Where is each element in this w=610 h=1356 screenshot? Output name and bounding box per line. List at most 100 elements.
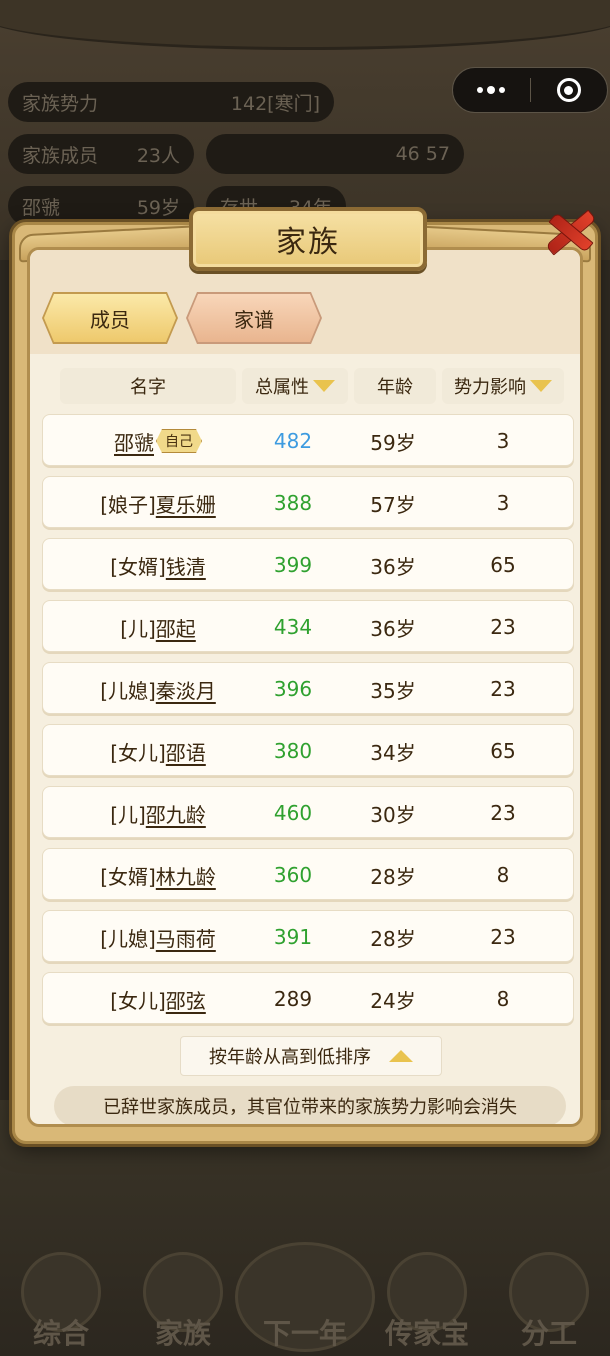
bg-stat-power: 家族势力 142[寒门]: [8, 82, 334, 122]
close-x-icon[interactable]: [541, 201, 601, 263]
member-name-link[interactable]: 林九龄: [156, 861, 216, 890]
member-attr: 391: [273, 925, 313, 949]
member-name-link[interactable]: 邵弦: [166, 985, 206, 1014]
bg-stat-resources: 46 57: [206, 134, 464, 174]
notice-text: 已辞世家族成员，其官位带来的家族势力影响会消失: [103, 1097, 517, 1118]
triangle-down-icon: [530, 380, 552, 392]
member-influence: 23: [490, 925, 516, 949]
bg-stat-label: 邵虢: [22, 196, 61, 219]
member-age: 36岁: [370, 616, 416, 641]
member-row[interactable]: [娘子] 夏乐姗 388 57岁 3: [42, 476, 574, 528]
header-attr[interactable]: 总属性: [242, 368, 348, 404]
member-name-cell: [女儿] 邵语: [43, 725, 273, 777]
member-influence: 23: [490, 615, 516, 639]
member-name-link[interactable]: 邵虢: [114, 427, 154, 456]
member-name-link[interactable]: 邵九龄: [146, 799, 206, 828]
nav-item-overview[interactable]: 综合: [11, 1242, 111, 1352]
header-age-label: 年龄: [377, 377, 413, 398]
header-attr-label: 总属性: [255, 377, 309, 398]
member-influence: 3: [496, 429, 510, 453]
member-name-link[interactable]: 邵起: [156, 613, 196, 642]
member-row[interactable]: [女儿] 邵语 380 34岁 65: [42, 724, 574, 776]
triangle-down-icon: [313, 380, 335, 392]
member-list: 邵虢 自己 482 59岁 3 [娘子] 夏乐姗 388 57岁 3 [女婿] 钱清 399 36岁 65[…: [42, 414, 574, 1034]
sort-button[interactable]: 按年龄从高到低排序: [180, 1036, 442, 1076]
nav-item-family[interactable]: 家族: [133, 1242, 233, 1352]
bottom-nav: 综合 家族 下一年 传家宝 分工: [0, 1226, 610, 1356]
member-influence: 3: [496, 491, 510, 515]
header-name-label: 名字: [130, 377, 166, 398]
member-name-link[interactable]: 夏乐姗: [156, 489, 216, 518]
member-influence: 8: [496, 863, 510, 887]
header-influence-label: 势力影响: [454, 377, 526, 398]
member-name-link[interactable]: 秦淡月: [156, 675, 216, 704]
member-row[interactable]: [女婿] 林九龄 360 28岁 8: [42, 848, 574, 900]
member-attr: 289: [273, 987, 313, 1011]
nav-label: 分工: [520, 1317, 577, 1350]
bg-stat-members: 家族成员 23人: [8, 134, 194, 174]
member-attr: 380: [273, 739, 313, 763]
member-name-cell: [儿] 邵九龄: [43, 787, 273, 839]
bg-stat-value: 46 57: [395, 143, 450, 165]
member-row[interactable]: [儿媳] 马雨荷 391 28岁 23: [42, 910, 574, 962]
tab-family-tree[interactable]: 家谱: [188, 294, 320, 342]
member-relation: [儿媳]: [100, 926, 156, 951]
member-age: 36岁: [370, 554, 416, 579]
member-name-cell: [儿媳] 马雨荷: [43, 911, 273, 963]
bg-stat-label: 家族势力: [22, 92, 99, 115]
member-row[interactable]: [儿] 邵九龄 460 30岁 23: [42, 786, 574, 838]
member-age: 24岁: [370, 988, 416, 1013]
miniprogram-capsule: [452, 67, 608, 113]
more-button[interactable]: [453, 68, 530, 112]
tab-members[interactable]: 成员: [44, 294, 176, 342]
nav-label: 下一年: [262, 1317, 347, 1350]
header-influence[interactable]: 势力影响: [442, 368, 564, 404]
member-name-link[interactable]: 邵语: [166, 737, 206, 766]
sort-label: 按年龄从高到低排序: [209, 1047, 371, 1068]
member-age: 59岁: [370, 430, 416, 455]
member-attr: 396: [273, 677, 313, 701]
nav-label: 综合: [32, 1317, 89, 1350]
bg-stat-label: 家族成员: [22, 144, 99, 167]
member-attr: 434: [273, 615, 313, 639]
member-relation: [女婿]: [100, 864, 156, 889]
member-row[interactable]: [儿] 邵起 434 36岁 23: [42, 600, 574, 652]
more-dots-icon: [477, 85, 506, 94]
member-name-cell: [女婿] 林九龄: [43, 849, 273, 901]
self-badge: 自己: [156, 429, 202, 453]
member-attr: 399: [273, 553, 313, 577]
dialog-title: 家族: [189, 207, 427, 271]
member-age: 30岁: [370, 802, 416, 827]
bg-stat-value: 23人: [136, 144, 180, 167]
member-row[interactable]: 邵虢 自己 482 59岁 3: [42, 414, 574, 466]
member-relation: [女儿]: [110, 988, 166, 1013]
member-influence: 23: [490, 677, 516, 701]
member-row[interactable]: [女婿] 钱清 399 36岁 65: [42, 538, 574, 590]
member-name-link[interactable]: 钱清: [166, 551, 206, 580]
member-row[interactable]: [儿媳] 秦淡月 396 35岁 23: [42, 662, 574, 714]
notice-banner: 已辞世家族成员，其官位带来的家族势力影响会消失: [54, 1086, 566, 1124]
member-influence: 65: [490, 739, 516, 763]
member-age: 28岁: [370, 926, 416, 951]
member-name-cell: [儿] 邵起: [43, 601, 273, 653]
target-icon: [556, 78, 581, 102]
member-relation: [女婿]: [110, 554, 166, 579]
member-attr: 388: [273, 491, 313, 515]
member-relation: [儿]: [110, 802, 146, 827]
member-relation: [娘子]: [100, 492, 156, 517]
member-row[interactable]: [女儿] 邵弦 289 24岁 8: [42, 972, 574, 1024]
nav-item-next-year[interactable]: 下一年: [235, 1242, 375, 1352]
nav-item-heirloom[interactable]: 传家宝: [377, 1242, 477, 1352]
member-age: 28岁: [370, 864, 416, 889]
member-attr: 460: [273, 801, 313, 825]
nav-item-division[interactable]: 分工: [499, 1242, 599, 1352]
member-name-cell: [女儿] 邵弦: [43, 973, 273, 1025]
member-relation: [女儿]: [110, 740, 166, 765]
triangle-up-icon: [389, 1050, 413, 1062]
bg-stat-head: 邵虢 59岁: [8, 186, 194, 226]
member-age: 34岁: [370, 740, 416, 765]
member-name-link[interactable]: 马雨荷: [156, 923, 216, 952]
member-influence: 65: [490, 553, 516, 577]
close-miniprogram-button[interactable]: [531, 68, 608, 112]
nav-label: 家族: [154, 1317, 211, 1350]
